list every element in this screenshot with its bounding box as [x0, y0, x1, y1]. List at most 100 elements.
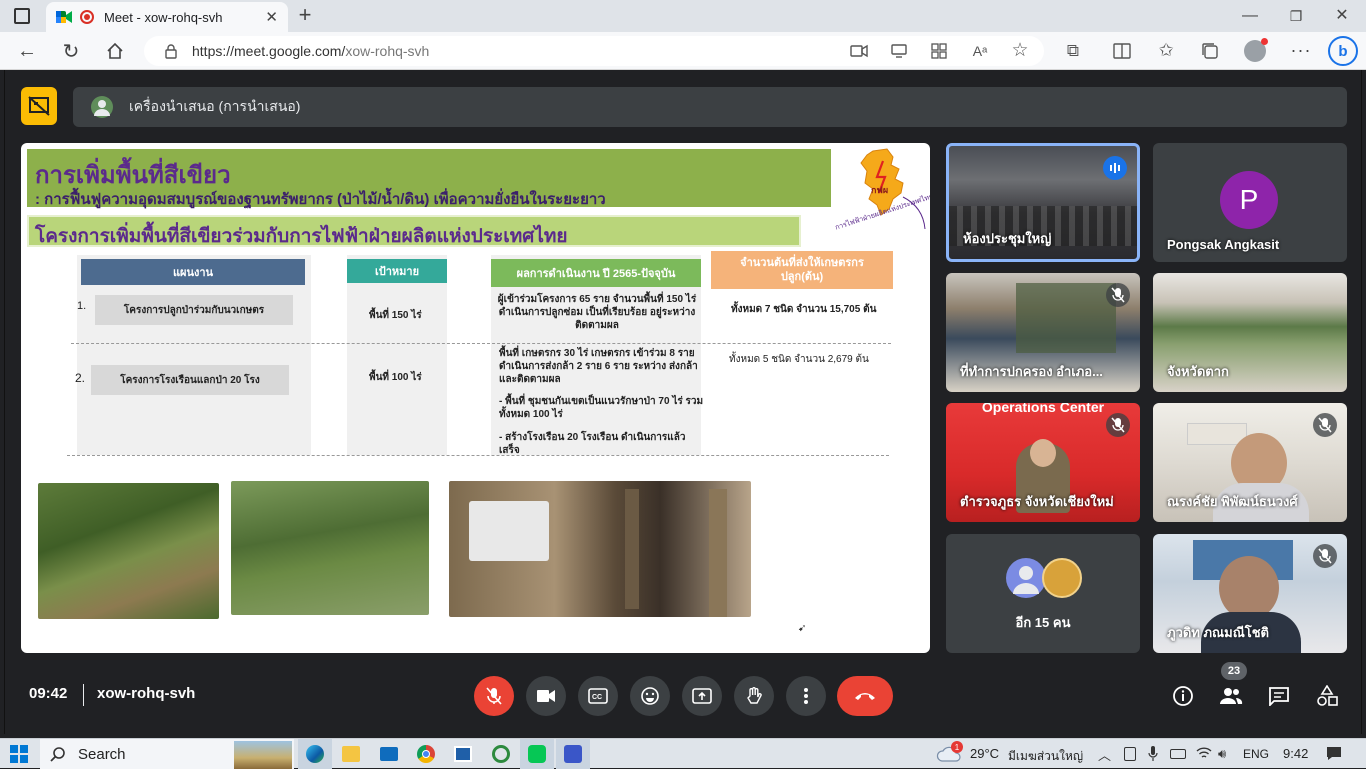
people-button[interactable]: [1213, 678, 1249, 714]
row2-number: 2.: [75, 371, 86, 385]
lock-icon[interactable]: [164, 43, 178, 59]
present-screen-button[interactable]: [682, 676, 722, 716]
cast-icon[interactable]: [890, 42, 908, 60]
participant-name: ภูวดิท ภณมณีโชติ: [1167, 625, 1270, 640]
taskbar-search[interactable]: Search: [40, 739, 294, 769]
camera-in-use-icon[interactable]: [850, 42, 868, 60]
raise-hand-button[interactable]: [734, 676, 774, 716]
wifi-icon[interactable]: [1196, 746, 1212, 760]
copilot-icon[interactable]: b: [1328, 36, 1358, 66]
participant-name: ห้องประชุมใหญ่: [963, 231, 1052, 246]
egat-logo: กฟผ การไฟฟ้าฝ่ายผลิตแห่งประเทศไทย: [834, 147, 930, 233]
url-path: xow-rohq-svh: [345, 43, 430, 59]
tab-actions-icon[interactable]: [14, 8, 30, 24]
presenter-name: เครื่องนำเสนอ (การนำเสนอ): [129, 98, 301, 114]
close-window-button[interactable]: ✕: [1332, 5, 1352, 25]
plan-column: [77, 255, 311, 455]
browser-tab[interactable]: Meet - xow-rohq-svh ✕: [46, 2, 288, 32]
participant-name: ณรงค์ชัย พิพัฒน์ธนวงศ์: [1167, 494, 1298, 509]
battery-icon[interactable]: [1170, 749, 1186, 759]
restore-button[interactable]: ❐: [1286, 6, 1306, 26]
clock[interactable]: 9:42: [1283, 746, 1308, 761]
participant-name: Pongsak Angkasit: [1167, 237, 1280, 252]
microphone-tray-icon[interactable]: [1148, 746, 1158, 762]
chrome-icon[interactable]: [417, 745, 435, 763]
back-arrow-icon[interactable]: ←: [16, 40, 38, 62]
participant-tile[interactable]: ห้องประชุมใหญ่: [946, 143, 1140, 262]
app-icon[interactable]: [492, 745, 510, 763]
people-count-badge: 23: [1221, 662, 1247, 680]
meet-favicon-icon: [56, 10, 72, 24]
favorite-star-icon[interactable]: ☆: [1010, 40, 1030, 61]
meeting-time: 09:42: [29, 685, 68, 702]
volume-icon[interactable]: 🔊︎: [1218, 746, 1226, 762]
participant-tile[interactable]: Operations Center ตำรวจภูธร จังหวัดเชียง…: [946, 403, 1140, 522]
meeting-details-button[interactable]: [1165, 678, 1201, 714]
participant-tile[interactable]: จังหวัดตาก: [1153, 273, 1347, 392]
emoji-reaction-button[interactable]: [630, 676, 670, 716]
line-app-icon[interactable]: [520, 739, 554, 769]
microphone-off-button[interactable]: [474, 676, 514, 716]
url-bar[interactable]: https://meet.google.com/xow-rohq-svh: [144, 36, 1044, 66]
participant-tile[interactable]: ณรงค์ชัย พิพัฒน์ธนวงศ์: [1153, 403, 1347, 522]
presentation-icon[interactable]: [21, 87, 57, 125]
plan-header: แผนงาน: [81, 259, 305, 285]
app-icon[interactable]: [556, 739, 590, 769]
favorites-icon[interactable]: ✩: [1156, 40, 1176, 60]
row2-target: พื้นที่ 100 ไร่: [369, 372, 422, 383]
operations-center-banner: Operations Center: [981, 403, 1105, 415]
divider: [83, 684, 84, 706]
weather-temp[interactable]: 29°C: [970, 746, 999, 761]
egat-logo-abbr: กฟผ: [871, 185, 889, 195]
captions-button[interactable]: CC: [578, 676, 618, 716]
participant-tile[interactable]: ที่ทำการปกครอง อำเภอ...: [946, 273, 1140, 392]
mail-icon[interactable]: [380, 747, 398, 761]
row2-result-2: - พื้นที่ ชุมชนกันเขตเป็นแนวรักษาป่า 70 …: [499, 396, 704, 420]
close-tab-icon[interactable]: ✕: [265, 8, 278, 26]
language-indicator[interactable]: ENG: [1243, 747, 1269, 761]
new-tab-button[interactable]: +: [294, 2, 316, 27]
home-icon[interactable]: [104, 40, 126, 62]
refresh-icon[interactable]: ↻: [60, 40, 82, 63]
target-column: [347, 255, 447, 455]
mic-off-icon: [1106, 283, 1130, 307]
more-options-button[interactable]: [786, 676, 826, 716]
notifications-icon[interactable]: [1326, 746, 1342, 761]
avatar: [1042, 558, 1082, 598]
recording-icon: [80, 10, 94, 24]
more-menu-icon[interactable]: ···: [1290, 40, 1312, 60]
apps-icon[interactable]: [930, 42, 948, 60]
mic-off-icon: [1106, 413, 1130, 437]
activities-button[interactable]: [1309, 678, 1345, 714]
participant-tile[interactable]: P Pongsak Angkasit: [1153, 143, 1347, 262]
target-header: เป้าหมาย: [347, 259, 447, 283]
chat-button[interactable]: [1261, 678, 1297, 714]
project-title: โครงการเพิ่มพื้นที่สีเขียวร่วมกับการไฟฟ้…: [35, 226, 568, 247]
tray-app-icon[interactable]: [1124, 747, 1136, 761]
meet-window: เครื่องนำเสนอ (การนำเสนอ) การเพิ่มพื้นที…: [4, 70, 1362, 734]
row-divider-1: [71, 343, 891, 344]
participant-tile[interactable]: อีก 15 คน: [946, 534, 1140, 653]
profile-avatar[interactable]: [1244, 38, 1268, 62]
news-app-icon[interactable]: [454, 746, 472, 762]
weather-desc[interactable]: มีเมฆส่วนใหญ่: [1008, 747, 1083, 766]
windows-taskbar: Search 1 29°C มีเมฆส่วนใหญ่ ︿ 🔊︎ ENG 9:4…: [0, 738, 1366, 769]
split-screen-icon[interactable]: [1112, 41, 1132, 61]
seedlings-header: จำนวนต้นที่ส่งให้เกษตรกรปลูก(ต้น): [711, 251, 893, 289]
extensions-icon[interactable]: ⧉: [1063, 41, 1083, 61]
edge-taskbar-icon[interactable]: [298, 739, 332, 769]
read-aloud-icon[interactable]: A͏ᵃ: [970, 41, 990, 61]
url-prefix: https://meet.google.com/: [192, 43, 346, 59]
participant-tile[interactable]: ภูวดิท ภณมณีโชติ: [1153, 534, 1347, 653]
minimize-button[interactable]: —: [1240, 6, 1260, 26]
tab-title: Meet - xow-rohq-svh: [104, 9, 223, 25]
presenter-avatar: [91, 96, 113, 118]
chevron-up-icon[interactable]: ︿: [1098, 745, 1111, 764]
svg-text:CC: CC: [592, 694, 602, 701]
windows-start-icon[interactable]: [10, 745, 28, 763]
leave-call-button[interactable]: [837, 676, 893, 716]
planting-photo-1: [38, 483, 219, 619]
file-explorer-icon[interactable]: [342, 746, 360, 762]
camera-button[interactable]: [526, 676, 566, 716]
collections-icon[interactable]: [1200, 41, 1220, 61]
